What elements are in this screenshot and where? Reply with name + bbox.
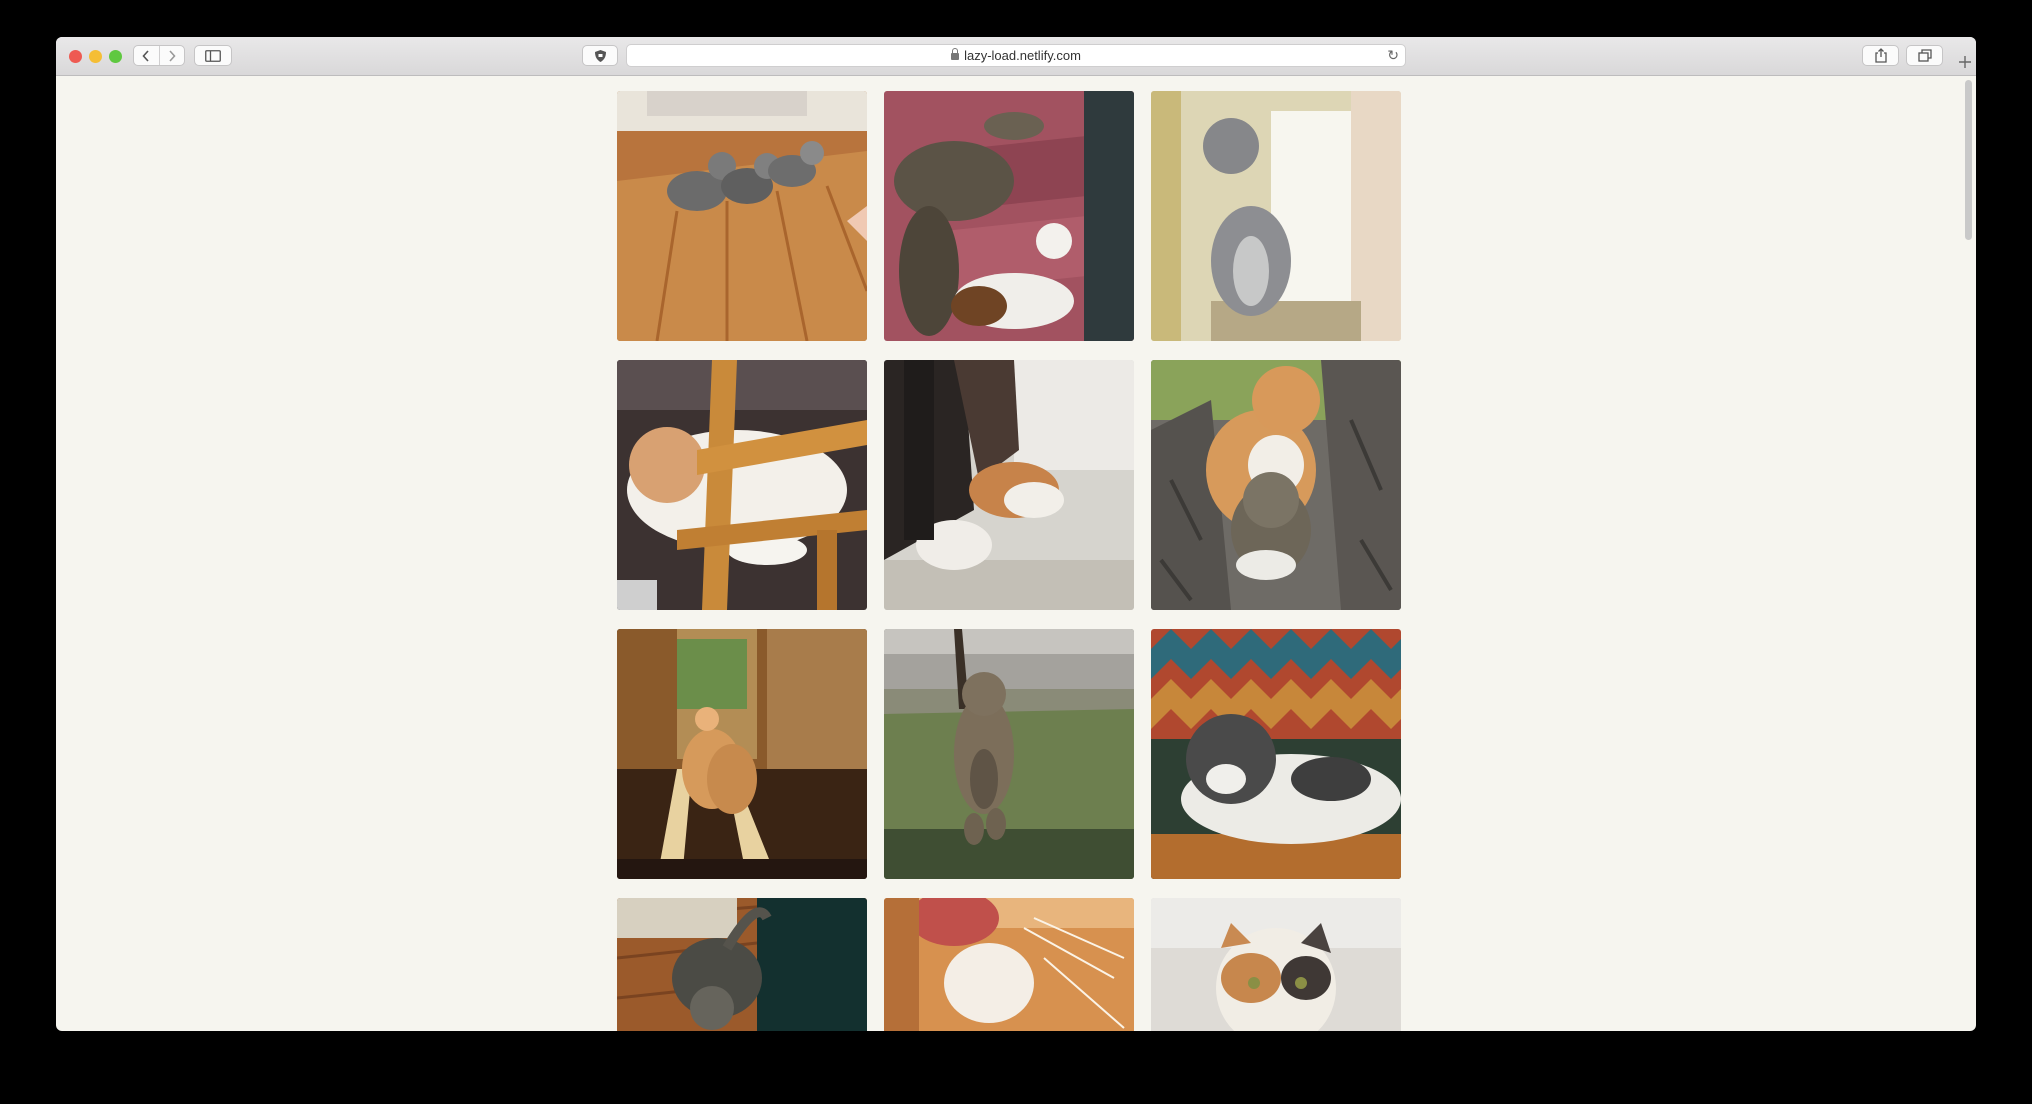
page-content	[56, 76, 1976, 1031]
minimize-window-button[interactable]	[89, 50, 102, 63]
close-window-button[interactable]	[69, 50, 82, 63]
browser-window: lazy-load.netlify.com ↻	[56, 37, 1976, 1031]
photo-cat-on-chair[interactable]	[1151, 629, 1401, 879]
maximize-window-button[interactable]	[109, 50, 122, 63]
tabs-overview-icon	[1917, 49, 1932, 62]
url-text: lazy-load.netlify.com	[964, 48, 1081, 63]
sidebar-icon	[205, 49, 221, 62]
photo-calico-cat[interactable]	[1151, 898, 1401, 1031]
chevron-left-icon	[142, 49, 149, 62]
sidebar-button[interactable]	[194, 45, 232, 66]
photo-cat-at-window[interactable]	[1151, 91, 1401, 341]
photo-cat-licking-paw[interactable]	[884, 898, 1134, 1031]
share-button[interactable]	[1862, 45, 1899, 66]
photo-cats-on-stairs[interactable]	[884, 91, 1134, 341]
address-bar[interactable]: lazy-load.netlify.com ↻	[626, 44, 1406, 67]
photo-cat-paws[interactable]	[884, 360, 1134, 610]
tab-overview-button[interactable]	[1906, 45, 1943, 66]
forward-button[interactable]	[158, 46, 185, 65]
privacy-report-button[interactable]	[582, 45, 618, 66]
lock-icon	[951, 48, 960, 60]
photo-kittens-on-floor[interactable]	[617, 91, 867, 341]
chevron-right-icon	[169, 49, 176, 62]
share-icon	[1874, 48, 1887, 63]
photo-cats-in-sunlight[interactable]	[617, 629, 867, 879]
scrollbar-thumb[interactable]	[1965, 80, 1972, 240]
navigation-buttons	[133, 45, 185, 66]
plus-icon	[1959, 56, 1971, 68]
back-button[interactable]	[134, 46, 159, 65]
photo-cat-on-wood-floor[interactable]	[617, 898, 867, 1031]
photo-cat-under-chair[interactable]	[617, 360, 867, 610]
browser-toolbar: lazy-load.netlify.com ↻	[56, 37, 1976, 76]
new-tab-button[interactable]	[1954, 49, 1976, 75]
photo-cat-walking-grass[interactable]	[884, 629, 1134, 879]
reload-icon[interactable]: ↻	[1387, 47, 1399, 64]
cat-photo-grid	[617, 91, 1401, 1031]
photo-cats-in-tree[interactable]	[1151, 360, 1401, 610]
shield-icon	[594, 49, 606, 62]
scrollbar[interactable]	[1962, 115, 1976, 1031]
